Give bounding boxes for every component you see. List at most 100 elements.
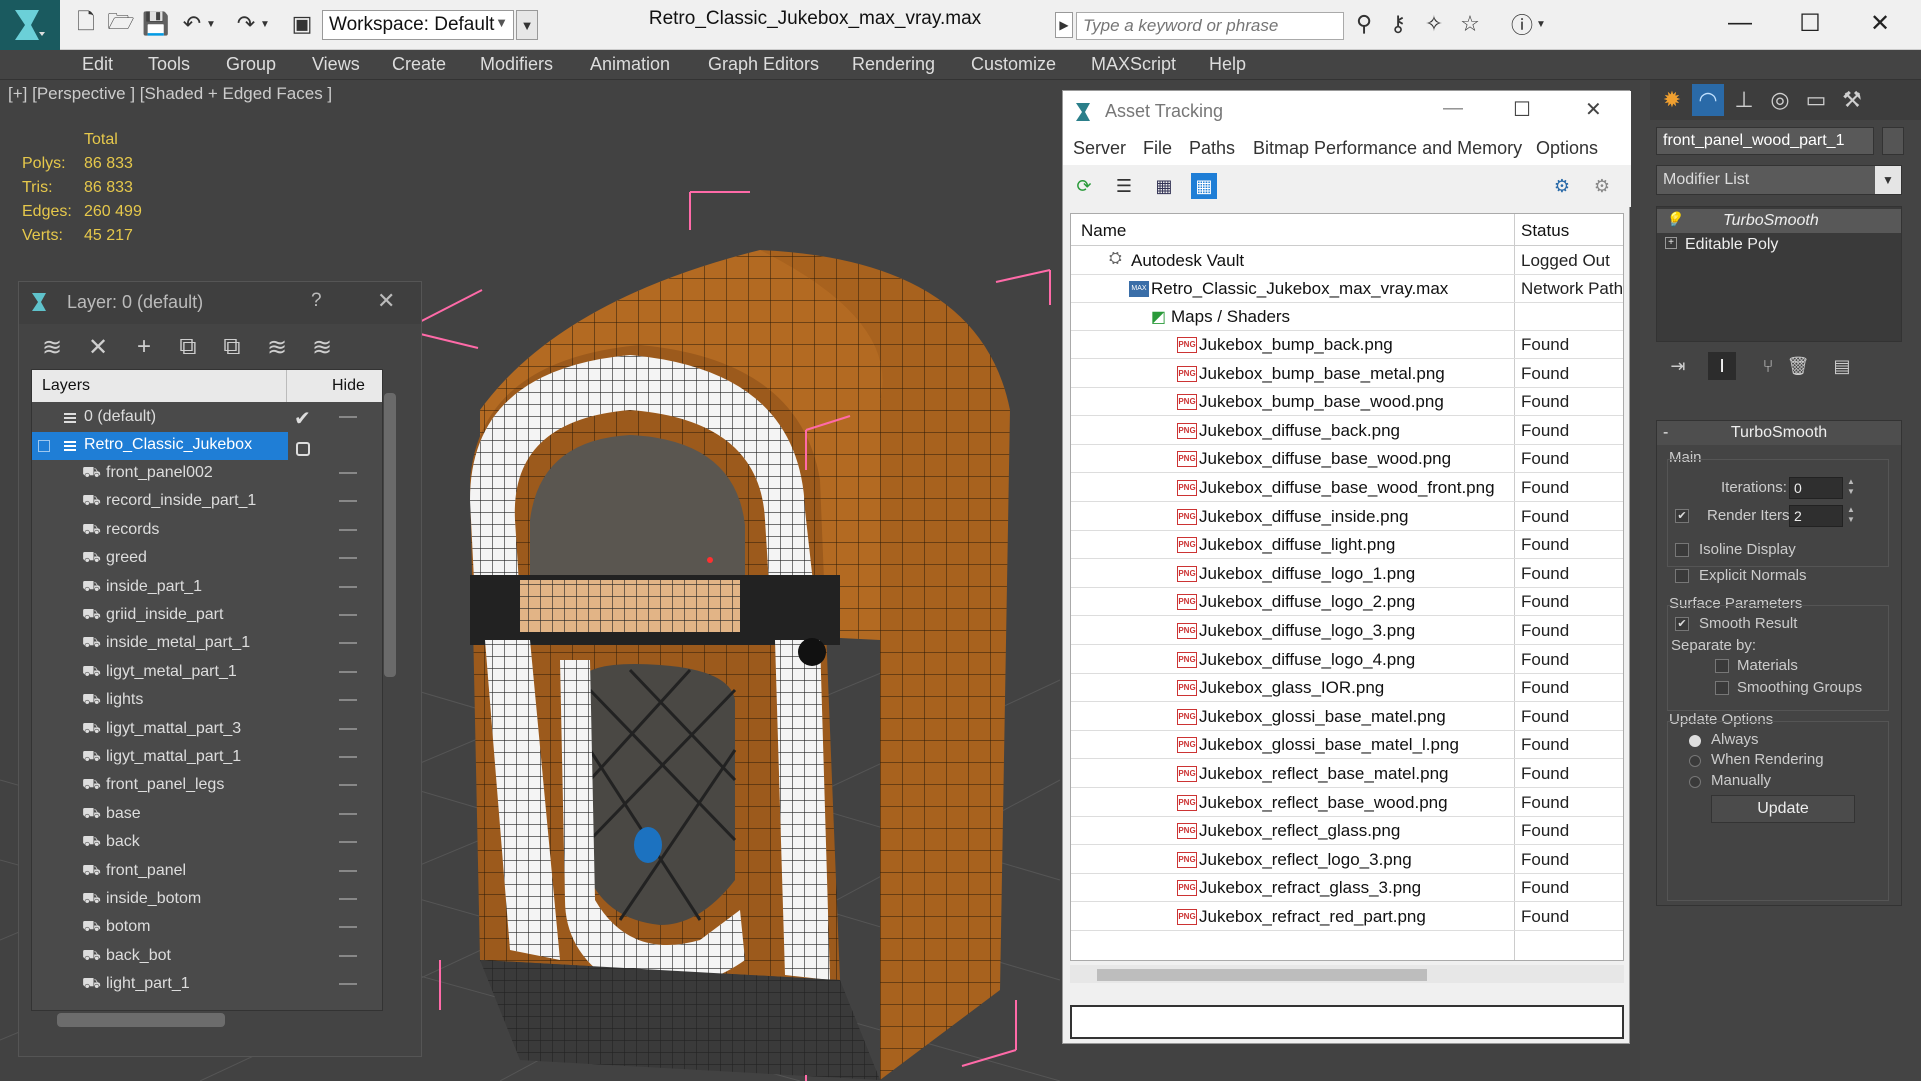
new-layer-icon[interactable]: ≋ xyxy=(37,332,67,362)
expand-icon[interactable]: + xyxy=(1665,237,1677,249)
create-tab-icon[interactable]: ✹ xyxy=(1656,84,1688,116)
asset-file-row[interactable]: PNG Jukebox_diffuse_base_wood.png Found xyxy=(1071,445,1623,474)
asset-menu-server[interactable]: Server xyxy=(1073,138,1126,159)
layer-object-row[interactable]: ⛟ inside_metal_part_1 xyxy=(32,630,382,658)
modifier-list-dropdown[interactable]: Modifier List ▼ xyxy=(1656,165,1902,195)
spinner-arrows-icon[interactable]: ▲ ▼ xyxy=(1845,477,1857,499)
favorites-star-icon[interactable]: ☆ xyxy=(1456,10,1484,38)
asset-file-row[interactable]: PNG Jukebox_diffuse_logo_2.png Found xyxy=(1071,588,1623,617)
minimize-icon[interactable]: — xyxy=(1443,97,1463,120)
hide-toggle[interactable] xyxy=(339,472,357,474)
layer-row-selected[interactable]: Retro_Classic_Jukebox xyxy=(32,432,288,460)
viewport-label[interactable]: [+] [Perspective ] [Shaded + Edged Faces… xyxy=(8,84,332,104)
menu-tools[interactable]: Tools xyxy=(148,54,190,75)
asset-menu-options[interactable]: Options xyxy=(1536,138,1598,159)
minimize-icon[interactable]: — xyxy=(1720,6,1760,40)
communication-icon[interactable]: ✧ xyxy=(1420,10,1448,38)
layer-object-row[interactable]: ⛟ records xyxy=(32,517,382,545)
search-expand-icon[interactable]: ▶ xyxy=(1055,12,1073,38)
thumbnail-view-icon[interactable]: ▦ xyxy=(1151,173,1177,199)
layer-object-row[interactable]: ⛟ base xyxy=(32,801,382,829)
hide-toggle[interactable] xyxy=(339,898,357,900)
layer-object-row[interactable]: ⛟ back_bot xyxy=(32,943,382,971)
make-unique-icon[interactable]: ⑂ xyxy=(1754,352,1782,380)
asset-menu-paths[interactable]: Paths xyxy=(1189,138,1235,159)
hide-toggle[interactable] xyxy=(339,416,357,418)
asset-horizontal-scrollbar[interactable] xyxy=(1097,969,1427,981)
menu-animation[interactable]: Animation xyxy=(590,54,670,75)
maximize-icon[interactable]: ☐ xyxy=(1790,6,1830,40)
spinner-arrows-icon[interactable]: ▲ ▼ xyxy=(1845,505,1857,527)
menu-customize[interactable]: Customize xyxy=(971,54,1056,75)
hierarchy-tab-icon[interactable]: ⊥ xyxy=(1728,84,1760,116)
hide-toggle[interactable] xyxy=(339,585,357,588)
asset-panel-titlebar[interactable]: Asset Tracking — ☐ ✕ xyxy=(1063,91,1631,133)
asset-file-row[interactable]: PNG Jukebox_reflect_glass.png Found xyxy=(1071,817,1623,846)
undo-dropdown-icon[interactable]: ▼ xyxy=(204,10,218,38)
workspace-dropdown[interactable]: Workspace: Default ▼ xyxy=(322,10,514,40)
refresh-icon[interactable]: ⟳ xyxy=(1071,173,1097,199)
hide-toggle[interactable] xyxy=(339,784,357,787)
update-button[interactable]: Update xyxy=(1711,795,1855,823)
layer-object-row[interactable]: ⛟ record_inside_part_1 xyxy=(32,488,382,516)
iterations-spinner[interactable]: 0 xyxy=(1789,477,1843,499)
menu-graph-editors[interactable]: Graph Editors xyxy=(708,54,819,75)
asset-file-row[interactable]: PNG Jukebox_diffuse_logo_3.png Found xyxy=(1071,617,1623,645)
asset-file-row[interactable]: PNG Jukebox_diffuse_inside.png Found xyxy=(1071,503,1623,531)
rollout-header[interactable]: - TurboSmooth xyxy=(1657,421,1901,445)
hide-toggle[interactable] xyxy=(339,557,357,560)
hide-toggle[interactable] xyxy=(339,926,357,929)
layer-object-row[interactable]: ⛟ front_panel xyxy=(32,858,382,886)
menu-group[interactable]: Group xyxy=(226,54,276,75)
menu-edit[interactable]: Edit xyxy=(82,54,113,75)
maximize-icon[interactable]: ☐ xyxy=(1513,97,1531,122)
layer-panel-titlebar[interactable]: Layer: 0 (default) xyxy=(19,282,421,324)
list-view-icon[interactable]: ☰ xyxy=(1111,173,1137,199)
asset-file-row[interactable]: PNG Jukebox_bump_back.png Found xyxy=(1071,331,1623,359)
hide-all-icon[interactable]: ≋ xyxy=(262,332,292,362)
hide-toggle[interactable] xyxy=(339,500,357,503)
asset-file-row[interactable]: PNG Jukebox_bump_base_metal.png Found xyxy=(1071,360,1623,388)
configure-sets-icon[interactable]: ▤ xyxy=(1828,352,1856,380)
render-iters-checkbox[interactable]: ✔ xyxy=(1675,509,1689,523)
asset-file-row[interactable]: PNG Jukebox_reflect_logo_3.png Found xyxy=(1071,846,1623,874)
remove-modifier-icon[interactable]: 🗑 xyxy=(1784,352,1812,380)
new-file-icon[interactable]: 🗋 xyxy=(72,9,100,38)
asset-file-row[interactable]: PNG Jukebox_reflect_base_wood.png Found xyxy=(1071,789,1623,817)
asset-file-row[interactable]: PNG Jukebox_refract_glass_3.png Found xyxy=(1071,874,1623,903)
layer-object-row[interactable]: ⛟ ligyt_mattal_part_3 xyxy=(32,716,382,744)
help-dropdown-icon[interactable]: ▼ xyxy=(1534,10,1548,38)
asset-file-row[interactable]: PNG Jukebox_diffuse_logo_1.png Found xyxy=(1071,560,1623,588)
menu-views[interactable]: Views xyxy=(312,54,360,75)
layer-horizontal-scrollbar[interactable] xyxy=(57,1013,225,1027)
lightbulb-icon[interactable]: 💡 xyxy=(1665,211,1682,228)
menu-modifiers[interactable]: Modifiers xyxy=(480,54,553,75)
hide-toggle[interactable] xyxy=(339,841,357,844)
layer-object-row[interactable]: ⛟ lights xyxy=(32,687,382,715)
layer-object-row[interactable]: ⛟ inside_botom xyxy=(32,886,382,914)
asset-file-row[interactable]: PNG Jukebox_reflect_base_matel.png Found xyxy=(1071,760,1623,788)
hide-toggle[interactable] xyxy=(339,670,357,673)
layer-row-default[interactable]: 0 (default) ✔ xyxy=(32,404,382,432)
app-menu-icon[interactable] xyxy=(0,0,60,50)
freeze-all-icon[interactable]: ≋ xyxy=(307,332,337,362)
asset-file-row[interactable]: PNG Jukebox_diffuse_back.png Found xyxy=(1071,417,1623,445)
undo-icon[interactable]: ↶ xyxy=(178,10,206,38)
hide-toggle[interactable] xyxy=(339,727,357,730)
asset-file-row[interactable]: PNG Jukebox_glossi_base_matel.png Found xyxy=(1071,703,1623,731)
smooth-result-checkbox[interactable]: ✔ xyxy=(1675,617,1689,631)
close-icon[interactable]: ✕ xyxy=(1860,6,1900,40)
smoothing-groups-checkbox[interactable] xyxy=(1715,681,1729,695)
active-layer-check-icon[interactable]: ✔ xyxy=(294,406,311,431)
menu-rendering[interactable]: Rendering xyxy=(852,54,935,75)
highlight-layer-icon[interactable]: ⧉ xyxy=(217,332,247,362)
redo-icon[interactable]: ↷ xyxy=(232,10,260,38)
asset-file-row[interactable]: PNG Jukebox_refract_red_part.png Found xyxy=(1071,903,1623,931)
vault-help-icon[interactable]: ⚙ xyxy=(1549,173,1575,199)
asset-menu-file[interactable]: File xyxy=(1143,138,1172,159)
hide-toggle[interactable] xyxy=(339,983,357,986)
asset-file-row[interactable]: PNG Jukebox_glass_IOR.png Found xyxy=(1071,674,1623,703)
add-selection-icon[interactable]: + xyxy=(129,332,159,362)
close-icon[interactable]: ✕ xyxy=(1585,97,1602,122)
asset-row-maps[interactable]: ◩ Maps / Shaders xyxy=(1071,303,1623,331)
